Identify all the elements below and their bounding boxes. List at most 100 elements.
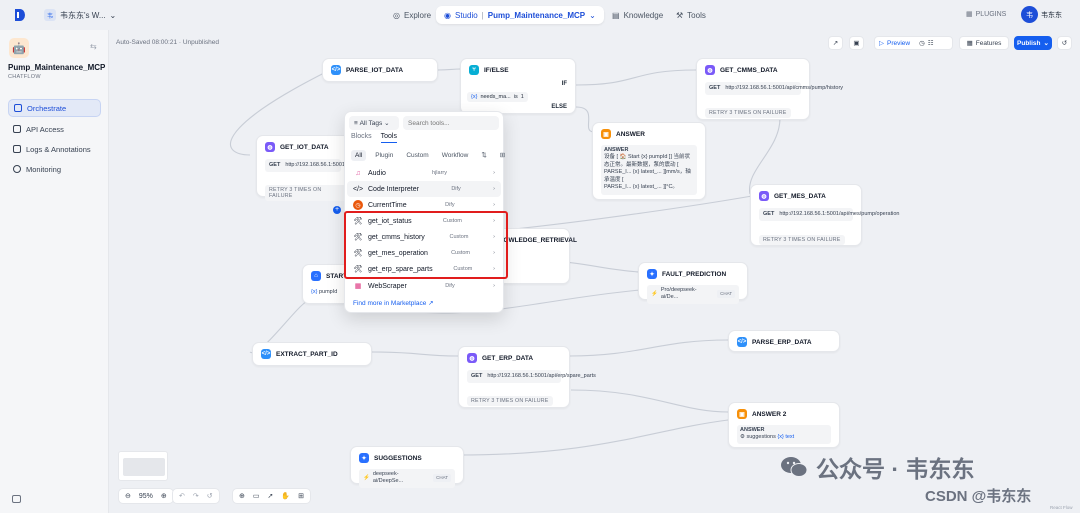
node-parse-iot-data[interactable]: </> PARSE_IOT_DATA — [322, 58, 438, 82]
tool-source: hjlarry — [432, 170, 448, 176]
chevron-right-icon: › — [493, 170, 495, 176]
else-label: ELSE — [551, 104, 567, 110]
zoom-out-icon[interactable]: ⊖ — [125, 492, 131, 500]
retry-label: RETRY 3 TIMES ON FAILURE — [265, 185, 349, 201]
answer-variable: text — [785, 434, 795, 441]
wechat-icon — [781, 457, 808, 477]
add-node-handle-icon[interactable]: + — [333, 206, 341, 214]
globe-icon: ◍ — [705, 65, 715, 75]
node-title: ANSWER 2 — [752, 410, 787, 418]
answer-icon: ▣ — [601, 129, 611, 139]
redo-icon[interactable]: ↷ — [193, 492, 199, 500]
node-answer-2[interactable]: ▣ ANSWER 2 ANSWER ⚙ suggestions {x} text — [728, 402, 840, 448]
node-title: GET_ERP_DATA — [482, 354, 534, 362]
checklist-icon[interactable]: ☷ — [928, 39, 934, 47]
node-suggestions[interactable]: ✦ SUGGESTIONS ⚡ deepseek-ai/DeepSe... CHAT — [350, 446, 464, 488]
tool-name: WebScraper — [368, 282, 407, 290]
tab-blocks[interactable]: Blocks — [351, 133, 372, 143]
node-fault-prediction[interactable]: ✦ FAULT_PREDICTION ⚡ Pro/deepseek-ai/De...… — [638, 262, 748, 304]
sort-icon[interactable]: ⇅ — [477, 149, 490, 161]
publish-label: Publish — [1017, 39, 1041, 47]
undo-icon[interactable]: ↶ — [179, 492, 185, 500]
tool-source: Dify — [445, 283, 455, 289]
model-tag: CHAT — [433, 474, 451, 483]
tool-item-audio[interactable]: ♫ Audio hjlarry › — [347, 165, 501, 181]
node-ref-icon: ⚙ — [740, 434, 745, 441]
node-get-cmms-data[interactable]: ◍ GET_CMMS_DATA GET http://192.168.56.1:50… — [696, 58, 843, 120]
marketplace-link[interactable]: Find more in Marketplace ↗ — [353, 299, 434, 307]
node-get-iot-data[interactable]: ◍ GET_IOT_DATA GET http://192.168.56.1:500… — [256, 135, 385, 201]
organize-icon[interactable]: ⊞ — [298, 492, 304, 500]
filter-custom[interactable]: Custom — [402, 150, 432, 161]
history-icon[interactable]: ◷ — [919, 39, 925, 47]
tag-icon: ≡ — [354, 119, 358, 127]
answer-source-node: suggestions — [746, 434, 776, 441]
node-extract-part-id[interactable]: </> EXTRACT_PART_ID — [252, 342, 372, 366]
tool-item-webscraper[interactable]: ▦ WebScraper Dify › — [347, 278, 501, 294]
zoom-in-icon[interactable]: ⊕ — [161, 492, 167, 500]
features-button[interactable]: ▦ Features — [959, 36, 1009, 50]
node-get-erp-data[interactable]: ◍ GET_ERP_DATA GET http://192.168.56.1:500… — [458, 346, 596, 408]
play-icon: ▷ — [879, 40, 884, 47]
publish-button[interactable]: Publish ⌄ — [1014, 36, 1052, 50]
node-answer[interactable]: ▣ ANSWER ANSWER 设备 [ 🏠 Start {x} pumpId ]… — [592, 122, 706, 200]
http-method: GET — [709, 85, 721, 91]
condition-operator: is — [513, 94, 518, 100]
answer-text: PARSE_I... {x} latest_... ]]°C。 — [604, 184, 678, 191]
http-url: http://192.168.56.1:5001/api/erp/spare_p… — [487, 373, 596, 379]
node-parse-erp-data[interactable]: </> PARSE_ERP_DATA — [728, 330, 840, 352]
http-url: http://192.168.56.1:5001/api/cmms/pump/h… — [725, 85, 844, 91]
tool-name: CurrentTime — [368, 201, 407, 209]
watermark-csdn: CSDN @韦东东 — [925, 488, 1032, 505]
condition-value: 1 — [520, 94, 524, 100]
code-icon: </> — [261, 349, 271, 359]
tab-tools[interactable]: Tools — [380, 133, 397, 143]
node-title: EXTRACT_PART_ID — [276, 350, 338, 358]
zoom-controls: ⊖ 95% ⊕ — [118, 488, 174, 504]
code-icon: </> — [737, 337, 747, 347]
tool-source: Dify — [451, 186, 461, 192]
version-history-icon[interactable]: ↺ — [1057, 36, 1072, 50]
note-icon[interactable]: ▭ — [253, 492, 260, 500]
node-get-mes-data[interactable]: ◍ GET_MES_DATA GET http://192.168.56.1:500… — [750, 184, 899, 246]
tool-name: Code Interpreter — [368, 185, 419, 193]
react-flow-attribution[interactable]: React Flow — [1050, 505, 1073, 510]
clock-icon: ◷ — [353, 200, 363, 210]
answer-text: PARSE_I... {x} latest_... ]]mm/s，轴承温度 [ — [604, 169, 691, 183]
layout-icon[interactable]: ▣ — [849, 36, 864, 50]
view-toggle-icon[interactable]: ⊞ — [496, 149, 509, 161]
chevron-right-icon: › — [493, 283, 495, 289]
globe-icon: ◍ — [759, 191, 769, 201]
tool-item-code-interpreter[interactable]: </> Code Interpreter Dify › — [347, 181, 501, 197]
zoom-level[interactable]: 95% — [139, 493, 153, 500]
webscraper-icon: ▦ — [354, 283, 362, 290]
minimap[interactable] — [118, 451, 168, 481]
tool-source: Dify — [445, 202, 455, 208]
hand-icon[interactable]: ✋ — [281, 492, 290, 500]
history-icon[interactable]: ↺ — [207, 492, 213, 500]
add-block-icon[interactable]: ⊕ — [239, 492, 245, 500]
answer-icon: ▣ — [737, 409, 747, 419]
pointer-icon[interactable]: ➚ — [268, 492, 274, 500]
llm-icon: ✦ — [359, 453, 369, 463]
variable-icon: {x} — [471, 94, 478, 100]
node-title: GET_IOT_DATA — [280, 143, 329, 151]
watermark-wechat: 公众号 · 韦东东 — [780, 450, 974, 484]
globe-icon: ◍ — [467, 353, 477, 363]
if-label: IF — [561, 81, 567, 87]
variable-icon: {x} — [311, 289, 318, 295]
filter-workflow[interactable]: Workflow — [438, 150, 473, 161]
canvas-tools: ⊕ ▭ ➚ ✋ ⊞ — [232, 488, 311, 504]
preview-group: ▷ Preview ◷ ☷ — [874, 36, 953, 50]
node-if-else[interactable]: ⑂ IF/ELSE IF {x} needs_ma... is 1 ELSE — [460, 58, 576, 114]
open-external-icon[interactable]: ↗ — [828, 36, 843, 50]
globe-icon: ◍ — [265, 142, 275, 152]
filter-plugin[interactable]: Plugin — [371, 150, 397, 161]
preview-button[interactable]: Preview — [887, 40, 910, 47]
all-tags-dropdown[interactable]: ≡ All Tags ⌄ — [349, 116, 399, 130]
filter-all[interactable]: All — [351, 149, 367, 161]
tool-name: Audio — [368, 169, 386, 177]
home-icon: ⌂ — [311, 271, 321, 281]
tool-search-input[interactable] — [403, 116, 499, 130]
condition-chip: {x} needs_ma... is 1 — [467, 92, 528, 102]
